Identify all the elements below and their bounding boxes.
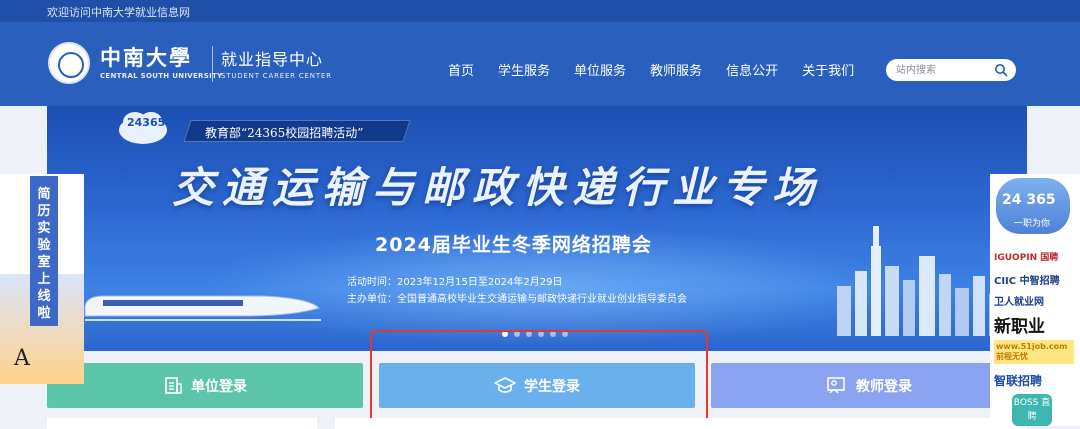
partner-link-weiren[interactable]: 卫人就业网 [994, 293, 1044, 308]
career-center-english: STUDENT CAREER CENTER [221, 72, 332, 80]
logo-divider [212, 46, 213, 82]
document-icon [165, 376, 182, 394]
nav-home[interactable]: 首页 [448, 60, 474, 79]
resume-lab-ad[interactable]: 简历实验室上线啦 A [0, 174, 84, 384]
partner-link-xinzhiye[interactable]: 新职业 [994, 312, 1045, 337]
employer-login-button[interactable]: 单位登录 [47, 363, 363, 408]
banner-badge-text: 24365 [127, 116, 166, 129]
banner-title: 交通运输与邮政快递行业专场 [172, 163, 823, 212]
banner-organizer: 主办单位：全国普通高校毕业生交通运输与邮政快递行业就业创业指导委员会 [347, 294, 687, 305]
welcome-text: 欢迎访问中南大学就业信息网 [47, 6, 190, 19]
search-input[interactable] [896, 62, 986, 78]
banner-event-time: 活动时间：2023年12月15日至2024年2月29日 [347, 277, 563, 288]
partner-sites-ad: 24 365 一职为你 IGUOPIN 国聘 CIIC 中智招聘 卫人就业网 新… [990, 174, 1080, 426]
logo-chinese-name[interactable]: 中南大學 [100, 42, 192, 72]
partner-badge-text: 24 365 [1002, 192, 1056, 208]
partner-link-ciic[interactable]: CIIC 中智招聘 [994, 272, 1060, 287]
partner-slogan: 一职为你 [1014, 219, 1051, 229]
top-bar: 欢迎访问中南大学就业信息网 [0, 0, 1080, 22]
teacher-login-button[interactable]: 教师登录 [711, 363, 1027, 408]
partner-link-51job[interactable]: www.51job.com 前程无忧 [994, 340, 1074, 364]
partner-link-boss[interactable]: BOSS 直聘 [1012, 394, 1052, 426]
nav-about-us[interactable]: 关于我们 [802, 60, 854, 79]
content-panel [47, 418, 317, 429]
highlight-outline [370, 330, 708, 424]
nav-teacher-services[interactable]: 教师服务 [650, 60, 702, 79]
nav-info-disclosure[interactable]: 信息公开 [726, 60, 778, 79]
nav-employer-services[interactable]: 单位服务 [574, 60, 626, 79]
partner-link-zhaopin[interactable]: 智联招聘 [994, 372, 1042, 389]
university-seal-logo[interactable] [48, 42, 90, 84]
hero-banner[interactable]: 24365 教育部“24365校园招聘活动” 交通运输与邮政快递行业专场 202… [47, 106, 1027, 351]
ad-corner-letter: A [14, 346, 30, 371]
nav-student-services[interactable]: 学生服务 [498, 60, 550, 79]
content-panel [335, 418, 1027, 429]
resume-lab-text: 简历实验室上线啦 [37, 187, 51, 321]
teacher-icon [827, 376, 845, 393]
main-nav: 首页 学生服务 单位服务 教师服务 信息公开 关于我们 [448, 60, 878, 79]
employer-login-label: 单位登录 [191, 378, 247, 395]
career-center-name: 就业指导中心 [221, 50, 324, 69]
logo-english-name: CENTRAL SOUTH UNIVERSITY [100, 72, 223, 80]
teacher-login-label: 教师登录 [856, 378, 912, 395]
banner-ribbon-text: 教育部“24365校园招聘活动” [205, 126, 364, 140]
partner-link-guopin[interactable]: IGUOPIN 国聘 [994, 250, 1058, 263]
high-speed-train-icon [84, 295, 321, 321]
site-header: 中南大學 CENTRAL SOUTH UNIVERSITY 就业指导中心 STU… [0, 22, 1080, 106]
banner-subtitle: 2024届毕业生冬季网络招聘会 [375, 234, 652, 256]
search-box [886, 59, 1016, 81]
search-icon[interactable] [994, 63, 1008, 77]
